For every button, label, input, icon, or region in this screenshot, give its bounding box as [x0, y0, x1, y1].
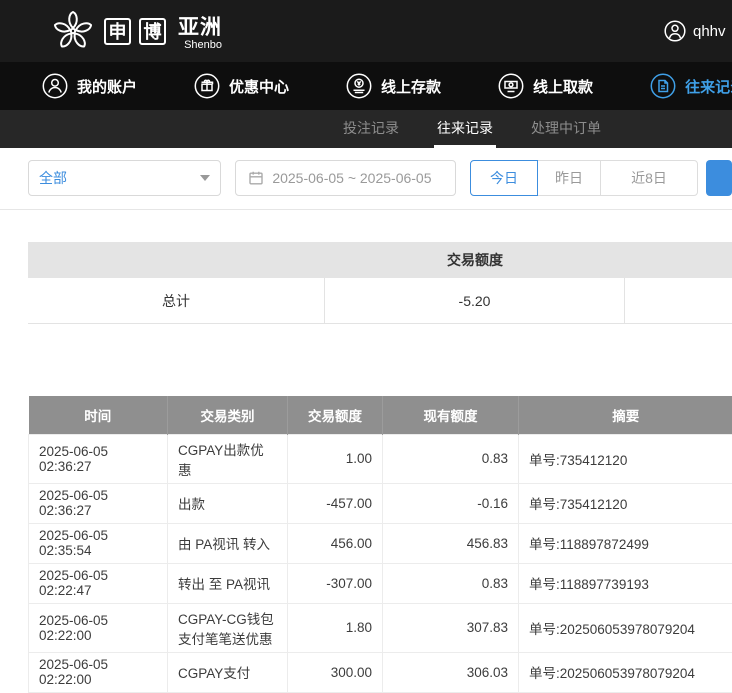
records-table: 时间 交易类别 交易额度 现有额度 摘要 2025-06-05 02:36:27…	[28, 396, 732, 693]
column-header-summary: 摘要	[519, 396, 732, 434]
cell-summary: 单号:118897739193	[519, 563, 732, 603]
user-account[interactable]: qhhv	[664, 0, 726, 62]
deposit-icon	[346, 73, 372, 99]
cell-time: 2025-06-05 02:36:27	[29, 434, 168, 483]
promo-gift-icon	[194, 73, 220, 99]
cell-time: 2025-06-05 02:22:00	[29, 603, 168, 652]
summary-header-spacer	[28, 242, 325, 278]
records-header-row: 时间 交易类别 交易额度 现有额度 摘要	[29, 396, 732, 434]
category-dropdown[interactable]: 全部	[28, 160, 221, 196]
column-header-type: 交易类别	[168, 396, 288, 434]
cell-time: 2025-06-05 02:36:27	[29, 483, 168, 523]
sub-navigation: 投注记录 往来记录 处理中订单	[0, 110, 732, 148]
cell-type: CGPAY出款优惠	[168, 434, 288, 483]
nav-label: 往来记录	[685, 76, 732, 97]
summary-total-label: 总计	[28, 278, 325, 323]
cell-balance: -0.16	[383, 483, 519, 523]
cell-balance: 0.83	[383, 563, 519, 603]
logo-region-name: 亚洲	[178, 11, 222, 41]
table-row: 2025-06-05 02:22:00CGPAY支付300.00306.03单号…	[29, 652, 732, 692]
table-row: 2025-06-05 02:35:54由 PA视讯 转入456.00456.83…	[29, 523, 732, 563]
cell-type: 由 PA视讯 转入	[168, 523, 288, 563]
cell-summary: 单号:202506053978079204	[519, 603, 732, 652]
column-header-balance: 现有额度	[383, 396, 519, 434]
search-button[interactable]	[706, 160, 732, 196]
brand-logo[interactable]: 申 博 亚洲 Shenbo	[50, 8, 222, 54]
table-row: 2025-06-05 02:22:00CGPAY-CG钱包支付笔笔送优惠1.80…	[29, 603, 732, 652]
cell-balance: 307.83	[383, 603, 519, 652]
filter-bar: 全部 2025-06-05 ~ 2025-06-05 今日 昨日 近8日	[0, 148, 732, 210]
username: qhhv	[693, 23, 726, 40]
table-row: 2025-06-05 02:36:27出款-457.00-0.16单号:7354…	[29, 483, 732, 523]
summary-total-row: 总计 -5.20	[28, 278, 732, 324]
cell-time: 2025-06-05 02:35:54	[29, 523, 168, 563]
cell-amount: -457.00	[288, 483, 383, 523]
cell-time: 2025-06-05 02:22:00	[29, 652, 168, 692]
nav-item-transaction-records[interactable]: 往来记录	[650, 73, 732, 99]
logo-char-shen: 申	[104, 18, 131, 45]
summary-header-row: 交易额度	[28, 242, 732, 278]
cell-amount: 1.80	[288, 603, 383, 652]
cell-amount: -307.00	[288, 563, 383, 603]
records-body: 2025-06-05 02:36:27CGPAY出款优惠1.000.83单号:7…	[29, 434, 732, 692]
nav-label: 优惠中心	[229, 76, 289, 97]
nav-item-withdraw[interactable]: 线上取款	[498, 73, 593, 99]
yesterday-button[interactable]: 昨日	[537, 160, 601, 196]
transaction-records-icon	[650, 73, 676, 99]
tab-betting-records[interactable]: 投注记录	[340, 110, 402, 148]
cell-time: 2025-06-05 02:22:47	[29, 563, 168, 603]
cell-type: 出款	[168, 483, 288, 523]
summary-amount-header: 交易额度	[325, 242, 625, 278]
today-button[interactable]: 今日	[470, 160, 538, 196]
logo-subtitle: Shenbo	[178, 39, 222, 51]
cell-type: 转出 至 PA视讯	[168, 563, 288, 603]
summary-empty-cell	[625, 278, 732, 323]
cell-balance: 306.03	[383, 652, 519, 692]
nav-label: 我的账户	[77, 76, 137, 97]
nav-label: 线上存款	[381, 76, 441, 97]
quick-date-buttons: 今日 昨日 近8日	[470, 160, 698, 196]
logo-char-bo: 博	[139, 18, 166, 45]
last-8-days-button[interactable]: 近8日	[600, 160, 698, 196]
summary-header-spacer	[625, 242, 732, 278]
cell-balance: 456.83	[383, 523, 519, 563]
nav-item-promotions[interactable]: 优惠中心	[194, 73, 289, 99]
column-header-amount: 交易额度	[288, 396, 383, 434]
logo-region: 亚洲 Shenbo	[178, 11, 222, 51]
withdraw-icon	[498, 73, 524, 99]
cell-summary: 单号:118897872499	[519, 523, 732, 563]
nav-label: 线上取款	[533, 76, 593, 97]
table-row: 2025-06-05 02:22:47转出 至 PA视讯-307.000.83单…	[29, 563, 732, 603]
nav-item-my-account[interactable]: 我的账户	[42, 73, 137, 99]
chevron-down-icon	[200, 175, 210, 181]
user-icon	[664, 20, 686, 42]
nav-item-deposit[interactable]: 线上存款	[346, 73, 441, 99]
category-dropdown-value: 全部	[39, 168, 200, 188]
summary-total-value: -5.20	[325, 278, 625, 323]
cell-amount: 1.00	[288, 434, 383, 483]
top-header: 申 博 亚洲 Shenbo qhhv	[0, 0, 732, 62]
calendar-icon	[248, 170, 264, 186]
cell-summary: 单号:735412120	[519, 434, 732, 483]
sakura-flower-icon	[50, 8, 96, 54]
cell-summary: 单号:735412120	[519, 483, 732, 523]
column-header-time: 时间	[29, 396, 168, 434]
account-icon	[42, 73, 68, 99]
cell-type: CGPAY-CG钱包支付笔笔送优惠	[168, 603, 288, 652]
cell-balance: 0.83	[383, 434, 519, 483]
summary-table: 交易额度 总计 -5.20	[28, 242, 732, 324]
date-range-picker[interactable]: 2025-06-05 ~ 2025-06-05	[235, 160, 456, 196]
cell-amount: 300.00	[288, 652, 383, 692]
cell-type: CGPAY支付	[168, 652, 288, 692]
cell-summary: 单号:202506053978079204	[519, 652, 732, 692]
main-navigation: 我的账户 优惠中心 线上存款	[0, 62, 732, 110]
cell-amount: 456.00	[288, 523, 383, 563]
table-row: 2025-06-05 02:36:27CGPAY出款优惠1.000.83单号:7…	[29, 434, 732, 483]
tab-processing-orders[interactable]: 处理中订单	[528, 110, 604, 148]
date-range-value: 2025-06-05 ~ 2025-06-05	[272, 170, 431, 186]
tab-transaction-records[interactable]: 往来记录	[434, 110, 496, 148]
